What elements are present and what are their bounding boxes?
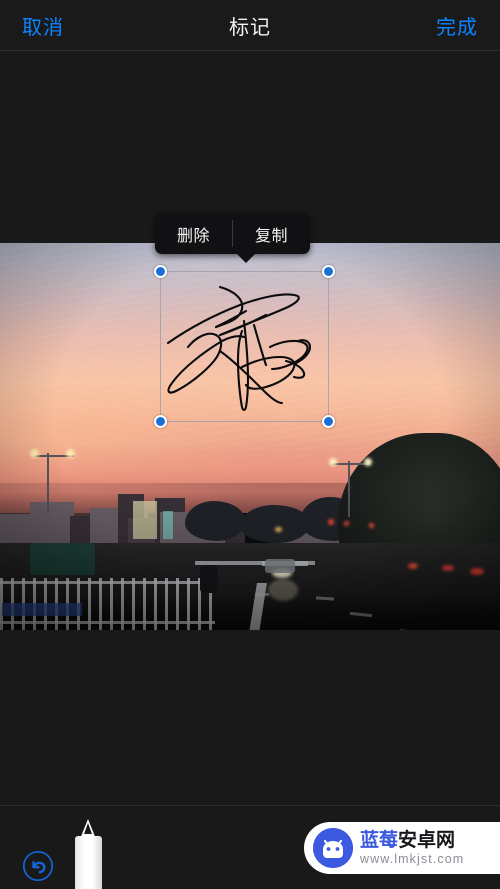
markup-canvas[interactable]: 删除 复制 [0,51,500,805]
resize-handle-bottom-right[interactable] [322,415,335,428]
markup-screen: 取消 标记 完成 删除 复制 蓝莓安卓网 www.lmkjst.com [0,0,500,889]
context-menu: 删除 复制 [155,213,310,263]
resize-handle-top-left[interactable] [154,265,167,278]
watermark-logo-icon [313,828,353,868]
watermark-title-part1: 蓝莓 [360,829,399,851]
undo-button[interactable] [22,850,54,882]
context-menu-delete[interactable]: 删除 [155,213,232,254]
page-title: 标记 [229,16,271,39]
watermark-title: 蓝莓安卓网 [360,829,464,851]
watermark-url: www.lmkjst.com [360,851,465,866]
pen-nib-icon [84,823,92,834]
context-menu-arrow [236,253,256,263]
annotation-selection-box[interactable] [154,265,335,428]
watermark-text: 蓝莓安卓网 www.lmkjst.com [360,829,465,866]
resize-handle-top-right[interactable] [322,265,335,278]
resize-handle-bottom-left[interactable] [154,415,167,428]
pen-tool[interactable] [73,819,104,889]
navigation-bar: 取消 标记 完成 [0,0,500,51]
cancel-button[interactable]: 取消 [22,11,64,40]
site-watermark: 蓝莓安卓网 www.lmkjst.com [304,822,500,874]
done-button[interactable]: 完成 [436,11,478,40]
context-menu-copy[interactable]: 复制 [233,213,310,254]
selection-frame [160,271,329,422]
pen-body-icon [75,836,102,889]
watermark-title-part2: 安卓网 [398,829,456,851]
